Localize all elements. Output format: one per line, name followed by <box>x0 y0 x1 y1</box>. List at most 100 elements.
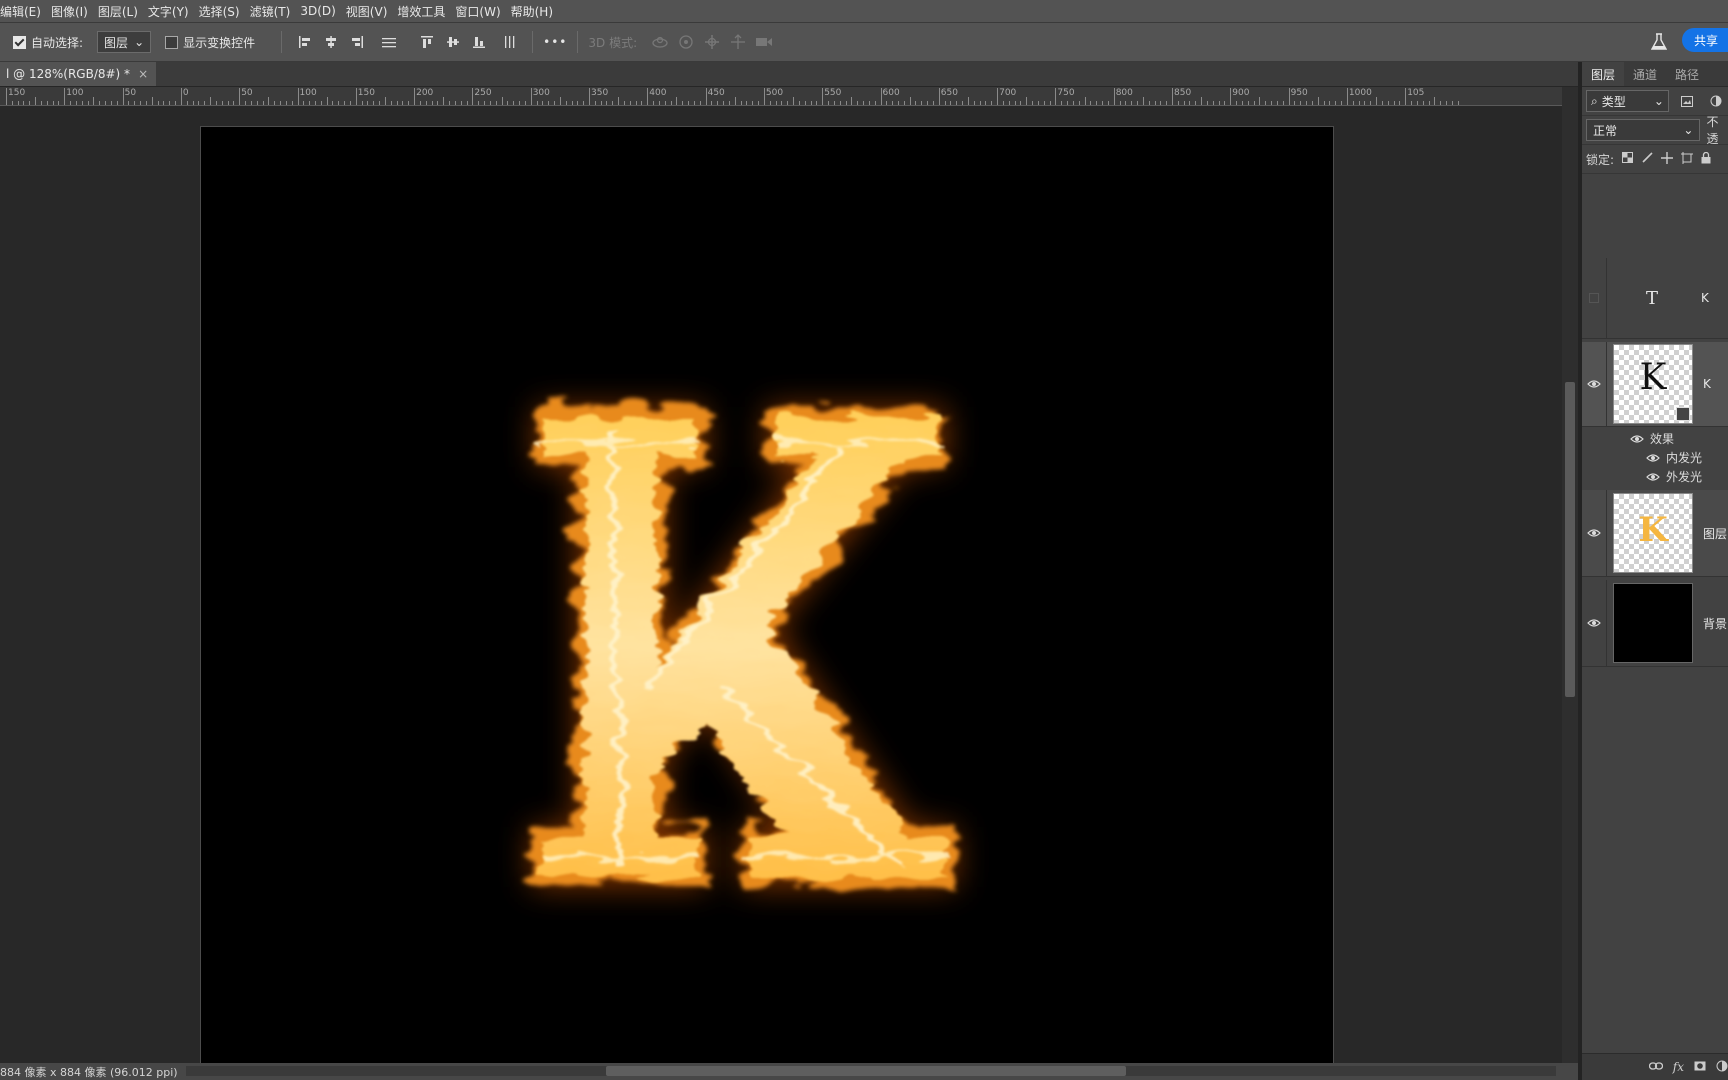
layer-name[interactable]: 图层 <box>1703 525 1727 542</box>
menu-item[interactable]: 图层(L) <box>93 3 143 20</box>
share-button[interactable]: 共享 <box>1681 28 1728 52</box>
ruler-minor-tick <box>484 101 486 105</box>
align-left-icon[interactable] <box>294 31 316 53</box>
menu-item[interactable]: 帮助(H) <box>506 3 558 20</box>
flask-icon[interactable] <box>1648 31 1670 53</box>
layer-filter-dropdown[interactable]: ⌕ 类型 ⌄ <box>1586 90 1669 112</box>
auto-select-option[interactable]: 自动选择: <box>13 34 83 51</box>
horizontal-scroll-thumb[interactable] <box>606 1066 1126 1076</box>
auto-select-checkbox[interactable] <box>13 35 26 49</box>
ruler-minor-tick <box>746 101 748 105</box>
layer-row-smart-object[interactable]: K K <box>1582 342 1728 427</box>
menu-item[interactable]: 窗口(W) <box>450 3 505 20</box>
link-icon[interactable] <box>1648 1060 1663 1074</box>
tab-paths[interactable]: 路径 <box>1666 62 1708 86</box>
menu-item[interactable]: 增效工具 <box>392 3 450 20</box>
lock-paint-icon[interactable] <box>1641 151 1653 167</box>
ruler-minor-tick <box>629 101 631 105</box>
ruler-minor-tick <box>612 101 614 105</box>
layer-name[interactable]: K <box>1701 291 1709 305</box>
camera-3d-icon <box>753 31 775 53</box>
layer-row-background[interactable]: 背景 <box>1582 580 1728 667</box>
distribute-icon[interactable] <box>378 31 400 53</box>
eye-icon[interactable] <box>1646 453 1660 463</box>
ruler-minor-tick <box>344 101 346 105</box>
mask-icon[interactable] <box>1694 1060 1706 1074</box>
show-transform-option[interactable]: 显示变换控件 <box>165 34 255 51</box>
align-bottom-icon[interactable] <box>468 31 490 53</box>
adjustment-icon[interactable] <box>1716 1060 1728 1075</box>
layer-row-fire[interactable]: K 图层 <box>1582 490 1728 577</box>
layer-name[interactable]: K <box>1703 377 1711 391</box>
menu-item[interactable]: 滤镜(T) <box>245 3 296 20</box>
menu-item[interactable]: 视图(V) <box>341 3 393 20</box>
layer-row-text[interactable]: T K <box>1582 258 1728 339</box>
chevron-down-icon: ⌄ <box>1653 94 1664 108</box>
layer-thumbnail: K <box>1613 344 1693 424</box>
ruler-minor-tick <box>1125 101 1127 105</box>
visibility-toggle[interactable] <box>1582 258 1607 338</box>
tab-layers[interactable]: 图层 <box>1582 62 1625 86</box>
align-top-icon[interactable] <box>416 31 438 53</box>
menu-item[interactable]: 选择(S) <box>194 3 245 20</box>
horizontal-scrollbar[interactable] <box>186 1066 1556 1076</box>
document-tab[interactable]: l @ 128%(RGB/8#) * × <box>0 62 157 86</box>
ruler-minor-tick <box>309 101 311 105</box>
ruler-label: 650 <box>940 88 958 98</box>
show-transform-checkbox[interactable] <box>165 35 179 49</box>
menu-item[interactable]: 3D(D) <box>295 4 340 18</box>
fx-icon[interactable]: fx <box>1673 1060 1684 1074</box>
ruler-minor-tick <box>1276 101 1278 105</box>
ruler-minor-tick <box>897 101 899 105</box>
eye-icon[interactable] <box>1646 472 1660 482</box>
more-options-button[interactable]: ••• <box>543 35 567 49</box>
ruler-minor-tick <box>134 101 136 105</box>
menu-item[interactable]: 图像(I) <box>46 3 93 20</box>
vertical-scroll-thumb[interactable] <box>1565 382 1575 697</box>
document-info[interactable]: 884 像素 x 884 像素 (96.012 ppi) <box>0 1064 178 1080</box>
align-middle-icon[interactable] <box>442 31 464 53</box>
ruler-label: 350 <box>591 88 609 98</box>
horizontal-ruler: 150 100 50 0 50 100 150 200 250 300 350 400 450 500 55… <box>0 87 1562 106</box>
ruler-minor-tick <box>1049 101 1051 105</box>
chevron-down-icon: ⌄ <box>1683 123 1694 137</box>
document-canvas[interactable] <box>200 126 1334 1063</box>
workspace[interactable] <box>0 106 1562 1063</box>
effect-outer-glow[interactable]: 外发光 <box>1582 467 1728 486</box>
ruler-minor-tick <box>1306 101 1308 105</box>
ruler-minor-tick <box>892 101 894 105</box>
lock-artboard-icon[interactable] <box>1681 151 1694 167</box>
ruler-minor-tick <box>419 101 421 105</box>
align-center-icon[interactable] <box>320 31 342 53</box>
lock-transparent-icon[interactable] <box>1622 152 1634 166</box>
menu-item[interactable]: 文字(Y) <box>143 3 194 20</box>
ruler-minor-tick <box>1241 101 1243 105</box>
tab-channels[interactable]: 通道 <box>1624 62 1666 86</box>
align-right-icon[interactable] <box>346 31 368 53</box>
ruler-minor-tick <box>693 101 695 105</box>
ruler-label: 500 <box>765 88 784 98</box>
ruler-label: 200 <box>416 88 434 98</box>
blend-mode-dropdown[interactable]: 正常 ⌄ <box>1586 119 1701 141</box>
close-icon[interactable]: × <box>138 67 148 81</box>
ruler-minor-tick <box>93 97 95 105</box>
effects-row[interactable]: 效果 <box>1582 429 1728 448</box>
vertical-scrollbar[interactable] <box>1562 87 1578 1063</box>
menu-item[interactable]: 编辑(E) <box>0 3 46 20</box>
ruler-minor-tick <box>460 101 462 105</box>
layer-name[interactable]: 背景 <box>1703 615 1727 632</box>
ruler-minor-tick <box>1020 101 1022 105</box>
eye-icon[interactable] <box>1582 580 1607 666</box>
lock-position-icon[interactable] <box>1661 151 1674 167</box>
distribute-vertical-icon[interactable] <box>498 31 520 53</box>
lock-all-icon[interactable] <box>1701 151 1711 167</box>
eye-icon[interactable] <box>1630 434 1644 444</box>
image-filter-icon[interactable] <box>1677 90 1697 112</box>
auto-select-target-dropdown[interactable]: 图层 ⌄ <box>97 31 152 53</box>
adjustment-filter-icon[interactable] <box>1706 90 1726 112</box>
effect-inner-glow[interactable]: 内发光 <box>1582 448 1728 467</box>
ruler-minor-tick <box>1119 101 1121 105</box>
eye-icon[interactable] <box>1582 490 1607 576</box>
ruler-minor-tick <box>1317 97 1319 105</box>
eye-icon[interactable] <box>1582 342 1607 426</box>
